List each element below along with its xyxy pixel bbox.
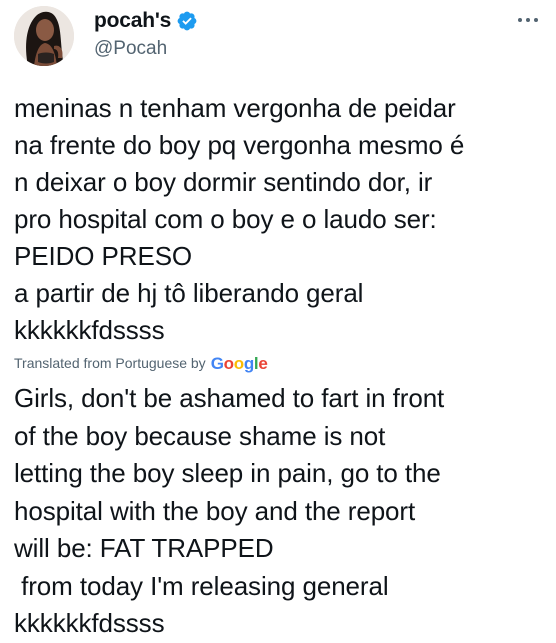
- translated-line: from today I'm releasing general: [14, 570, 389, 601]
- translated-text: Girls, don't be ashamed to fart in front…: [14, 380, 550, 643]
- translation-label: Translated from Portuguese by: [14, 355, 206, 371]
- tweet-text: meninas n tenham vergonha de peidar na f…: [14, 90, 550, 349]
- more-horizontal-icon[interactable]: [518, 12, 538, 28]
- translated-line: letting the boy sleep in pain, go to the: [14, 458, 441, 488]
- tweet-line: meninas n tenham vergonha de peidar: [14, 93, 456, 123]
- tweet-line: na frente do boy pq vergonha mesmo é: [14, 130, 465, 160]
- dot: [518, 18, 522, 22]
- tweet-line: n deixar o boy dormir sentindo dor, ir: [14, 167, 433, 197]
- google-logo: Google: [210, 353, 268, 373]
- tweet-line: pro hospital com o boy e o laudo ser:: [14, 204, 437, 234]
- avatar[interactable]: [14, 6, 74, 66]
- translated-line: will be: FAT TRAPPED: [14, 533, 274, 563]
- translated-line: Girls, don't be ashamed to fart in front: [14, 383, 445, 413]
- display-name[interactable]: pocah's: [94, 9, 171, 33]
- verified-badge-icon: [176, 10, 198, 32]
- translation-attribution[interactable]: Translated from Portuguese by Google: [14, 352, 268, 374]
- dot: [526, 18, 530, 22]
- avatar-image: [14, 6, 74, 66]
- tweet-line: PEIDO PRESO: [14, 241, 193, 271]
- tweet-card: pocah's @Pocah meninas n tenham vergonha…: [0, 0, 556, 639]
- translated-line: of the boy because shame is not: [14, 420, 386, 451]
- user-handle[interactable]: @Pocah: [94, 38, 198, 60]
- tweet-line: kkkkkkfdssss: [14, 315, 165, 345]
- translated-line: kkkkkkfdssss: [14, 608, 165, 638]
- tweet-line: a partir de hj tô liberando geral: [14, 278, 364, 308]
- name-row: pocah's: [94, 8, 198, 34]
- dot: [534, 18, 538, 22]
- translated-line: hospital with the boy and the report: [14, 495, 416, 526]
- author-identity: pocah's @Pocah: [94, 8, 198, 60]
- tweet-header: pocah's @Pocah: [14, 6, 542, 66]
